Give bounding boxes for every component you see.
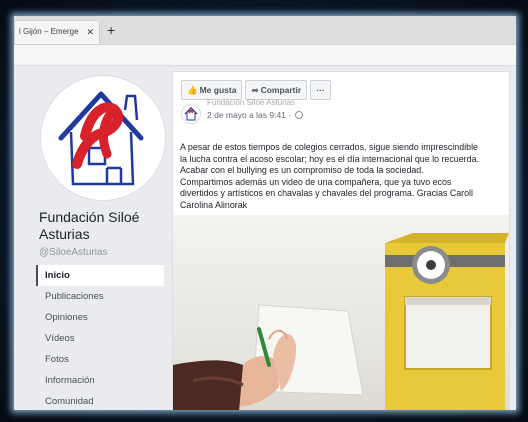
author-avatar[interactable] bbox=[181, 104, 201, 124]
post-card: 👍 Me gusta ➦ Compartir ··· Fundación Siloé… bbox=[172, 71, 510, 410]
close-icon[interactable]: ✕ bbox=[86, 21, 94, 43]
page-nav: Inicio Publicaciones Opiniones Vídeos Fo… bbox=[36, 265, 164, 410]
more-options-button[interactable]: ··· bbox=[310, 80, 331, 100]
page-handle[interactable]: @SiloeAsturias bbox=[39, 247, 108, 258]
minion-box-icon bbox=[385, 233, 509, 410]
post-text-line: la lucha contra el acoso escolar; hoy es… bbox=[180, 153, 479, 164]
browser-tab[interactable]: l Gijón – Emerge ✕ bbox=[14, 20, 100, 44]
nav-item-videos[interactable]: Vídeos bbox=[36, 328, 164, 349]
tab-title: l Gijón – Emerge bbox=[19, 27, 79, 36]
page-sidebar: Fundación Siloé Asturias @SiloeAsturias … bbox=[36, 71, 170, 410]
globe-icon bbox=[295, 111, 304, 119]
video-frame-illustration bbox=[173, 233, 509, 410]
house-logo-icon bbox=[58, 82, 151, 186]
toolbar-strip bbox=[14, 45, 516, 66]
post-text-line: A pesar de estos tiempos de colegios cer… bbox=[180, 142, 478, 152]
post-video[interactable] bbox=[173, 215, 509, 410]
like-button[interactable]: 👍 Me gusta bbox=[181, 80, 243, 100]
post-text-line: Compartimos además un video de una compa… bbox=[180, 176, 452, 187]
nav-item-fotos[interactable]: Fotos bbox=[36, 349, 164, 370]
post-text-line[interactable]: Carolina Alinorak bbox=[180, 200, 506, 212]
post-text-line: divertidos y artísticos en chavalas y ch… bbox=[180, 188, 474, 199]
browser-window: l Gijón – Emerge ✕ + Fundación Siloé Ast… bbox=[14, 16, 516, 410]
post-header: Fundación Siloé Asturias 2 de mayo a las… bbox=[181, 98, 501, 126]
nav-item-opiniones[interactable]: Opiniones bbox=[36, 307, 164, 328]
house-logo-icon bbox=[184, 107, 198, 121]
new-tab-icon[interactable]: + bbox=[107, 22, 115, 38]
nav-item-inicio[interactable]: Inicio bbox=[36, 265, 164, 286]
post-action-bar: 👍 Me gusta ➦ Compartir ··· bbox=[181, 80, 331, 100]
page-avatar[interactable] bbox=[40, 75, 166, 201]
nav-item-publicaciones[interactable]: Publicaciones bbox=[36, 286, 164, 307]
post-text-line: Acabar con el bullying es un compromiso … bbox=[180, 165, 424, 176]
tab-bar: l Gijón – Emerge ✕ + bbox=[14, 16, 516, 45]
nav-item-informacion[interactable]: Información bbox=[36, 370, 164, 391]
like-label: Me gusta bbox=[199, 85, 237, 95]
page-title[interactable]: Fundación Siloé Asturias bbox=[39, 209, 171, 243]
share-label: Compartir bbox=[260, 85, 302, 95]
share-arrow-icon: ➦ bbox=[251, 85, 259, 95]
post-body: A pesar de estos tiempos de colegios cer… bbox=[180, 142, 506, 212]
nav-item-comunidad[interactable]: Comunidad bbox=[36, 391, 164, 410]
post-author[interactable]: Fundación Siloé Asturias bbox=[207, 98, 295, 108]
share-button[interactable]: ➦ Compartir bbox=[245, 80, 308, 100]
post-timestamp[interactable]: 2 de mayo a las 9:41 · bbox=[207, 110, 304, 120]
thumbs-up-icon: 👍 bbox=[187, 85, 198, 95]
timestamp-text: 2 de mayo a las 9:41 · bbox=[207, 110, 292, 120]
